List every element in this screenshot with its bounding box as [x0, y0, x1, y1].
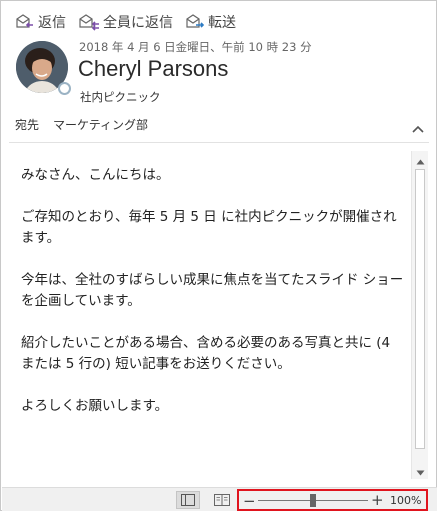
zoom-out-button[interactable]: − [243, 492, 256, 510]
reply-label: 返信 [38, 15, 66, 31]
normal-view-button[interactable] [176, 491, 200, 509]
zoom-in-button[interactable]: + [371, 491, 384, 509]
body-paragraph: みなさん、こんにちは。 [21, 167, 170, 183]
scroll-down-button[interactable] [412, 462, 429, 479]
message-subject: 社内ピクニック [80, 90, 161, 104]
body-paragraph: 今年は、全社のすばらしい成果に焦点を当てたスライド ショーを企画しています。 [21, 272, 404, 309]
reply-all-button[interactable]: 全員に返信 [78, 12, 173, 32]
scrollbar-thumb[interactable] [415, 169, 425, 449]
body-paragraph: ご存知のとおり、毎年 5 月 5 日 に社内ピクニックが開催されます。 [21, 209, 397, 246]
forward-icon [185, 13, 205, 31]
collapse-header-button[interactable] [411, 119, 425, 133]
reply-icon [15, 13, 35, 31]
scroll-up-button[interactable] [412, 151, 429, 168]
message-body[interactable]: みなさん、こんにちは。 ご存知のとおり、毎年 5 月 5 日 に社内ピクニックが… [9, 149, 409, 479]
message-actions: 返信 全員に返信 転送 [15, 11, 236, 33]
normal-view-icon [181, 491, 195, 510]
message-body-text: みなさん、こんにちは。 ご存知のとおり、毎年 5 月 5 日 に社内ピクニックが… [9, 149, 409, 417]
presence-status-icon [58, 82, 71, 95]
status-bar: − + 100% [2, 487, 437, 511]
reading-view-button[interactable] [210, 491, 234, 509]
to-recipient[interactable]: マーケティング部 [53, 116, 148, 133]
reply-all-icon [78, 13, 100, 31]
reply-button[interactable]: 返信 [15, 12, 66, 32]
zoom-control: − + 100% [237, 489, 428, 511]
body-paragraph: 紹介したいことがある場合、含める必要のある写真と共に (4 または 5 行の) … [21, 335, 391, 372]
zoom-level[interactable]: 100% [390, 494, 421, 507]
recipients-row: 宛先 マーケティング部 [15, 116, 148, 133]
arrow-down-icon [416, 461, 425, 480]
sender-name[interactable]: Cheryl Parsons [78, 56, 228, 82]
to-label: 宛先 [15, 118, 40, 132]
reply-all-label: 全員に返信 [103, 15, 173, 31]
body-paragraph: よろしくお願いします。 [21, 398, 169, 414]
forward-label: 転送 [208, 15, 236, 31]
message-date: 2018 年 4 月 6 日金曜日、午前 10 時 23 分 [79, 40, 312, 54]
vertical-scrollbar[interactable] [411, 151, 428, 479]
forward-button[interactable]: 転送 [185, 12, 236, 32]
reading-pane: 返信 全員に返信 転送 2018 年 4 月 6 日金曜日、午前 10 時 23… [0, 0, 437, 511]
chevron-up-icon [411, 119, 425, 138]
arrow-up-icon [416, 150, 425, 169]
reading-view-icon [214, 491, 230, 510]
header-divider [9, 142, 429, 143]
zoom-slider-thumb[interactable] [310, 494, 316, 507]
